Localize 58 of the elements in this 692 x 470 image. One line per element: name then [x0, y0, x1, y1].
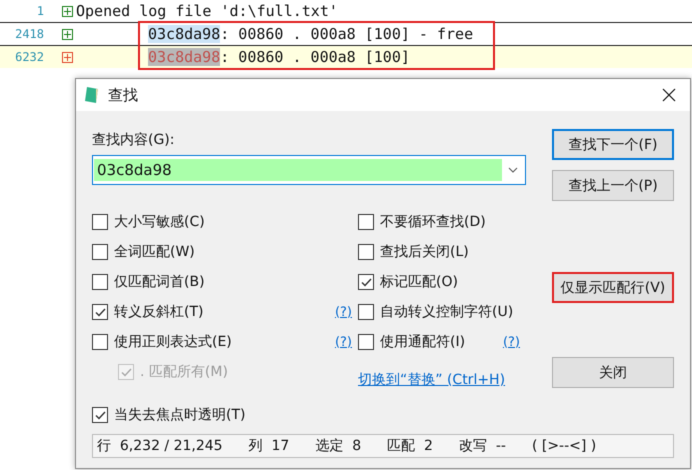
check-icon — [94, 410, 106, 420]
checkbox-label: . 匹配所有(M) — [140, 363, 228, 381]
line-number: 1 — [36, 4, 44, 18]
checkbox[interactable] — [358, 274, 374, 290]
match-highlight: 03c8da98 — [148, 25, 220, 43]
help-link[interactable]: (?) — [334, 334, 352, 350]
status-item: 选定 8 — [315, 437, 362, 455]
dialog-button[interactable]: 关闭 — [552, 357, 674, 388]
match-highlight: 03c8da98 — [148, 48, 220, 66]
checkbox-label: 查找后关闭(L) — [380, 243, 469, 261]
checkbox-label: 使用通配符(I) — [380, 333, 466, 351]
expand-icon[interactable] — [62, 6, 73, 16]
checkbox-label: 大小写敏感(C) — [114, 213, 205, 231]
checkbox[interactable] — [358, 304, 374, 320]
checkbox-label: 自动转义控制字符(U) — [380, 303, 514, 321]
checkbox[interactable] — [92, 407, 108, 423]
checkbox-label: 仅匹配词首(B) — [114, 273, 205, 291]
dropdown-icon[interactable] — [508, 167, 518, 173]
search-field[interactable]: 03c8da98 — [92, 155, 526, 185]
checkbox[interactable] — [92, 334, 108, 350]
replace-link[interactable]: 切换到“替换” (Ctrl+H) — [358, 371, 526, 389]
checkbox[interactable] — [358, 244, 374, 260]
close-icon[interactable] — [662, 88, 676, 102]
log-text: Opened log file 'd:\full.txt' — [76, 2, 338, 20]
status-item: 改写 -- — [458, 437, 506, 455]
checkbox-label: 不要循环查找(D) — [380, 213, 486, 231]
expand-icon[interactable] — [62, 28, 73, 40]
log-text: : 00860 . 000a8 [100] — [220, 48, 410, 66]
dialog-button[interactable]: 查找上一个(P) — [552, 170, 674, 201]
checkbox[interactable] — [92, 244, 108, 260]
checkbox-label: 转义反斜杠(T) — [114, 303, 204, 321]
checkbox-label: 标记匹配(O) — [380, 273, 458, 291]
checkbox[interactable] — [92, 274, 108, 290]
dialog-button[interactable]: 仅显示匹配行(V) — [552, 272, 674, 303]
checkbox[interactable] — [92, 304, 108, 320]
status-item: ( [>--<] ) — [532, 438, 596, 454]
line-number: 2418 — [14, 27, 44, 41]
status-item: 匹配 2 — [387, 437, 433, 455]
notepad-icon — [84, 86, 100, 104]
checkbox[interactable] — [92, 214, 108, 230]
status-item: 列 17 — [248, 437, 290, 455]
help-link[interactable]: (?) — [502, 334, 520, 350]
status-item: 行 6,232 / 21,245 — [97, 437, 223, 455]
checkbox-label: 使用正则表达式(E) — [114, 333, 232, 351]
window-title: 查找 — [108, 86, 139, 104]
dialog-button[interactable]: 查找下一个(F) — [552, 129, 674, 160]
line-number: 6232 — [14, 50, 44, 64]
checkbox[interactable] — [358, 334, 374, 350]
checkbox[interactable] — [358, 214, 374, 230]
expand-icon[interactable] — [62, 52, 73, 62]
help-link[interactable]: (?) — [334, 304, 352, 320]
log-text: : 00860 . 000a8 [100] - free — [220, 25, 474, 43]
check-icon — [120, 368, 132, 376]
checkbox-label: 全词匹配(W) — [114, 243, 195, 261]
check-icon — [94, 308, 106, 316]
checkbox-label: 当失去焦点时透明(T) — [114, 406, 246, 424]
check-icon — [360, 278, 372, 286]
field-label: 查找内容(G): — [92, 131, 176, 149]
